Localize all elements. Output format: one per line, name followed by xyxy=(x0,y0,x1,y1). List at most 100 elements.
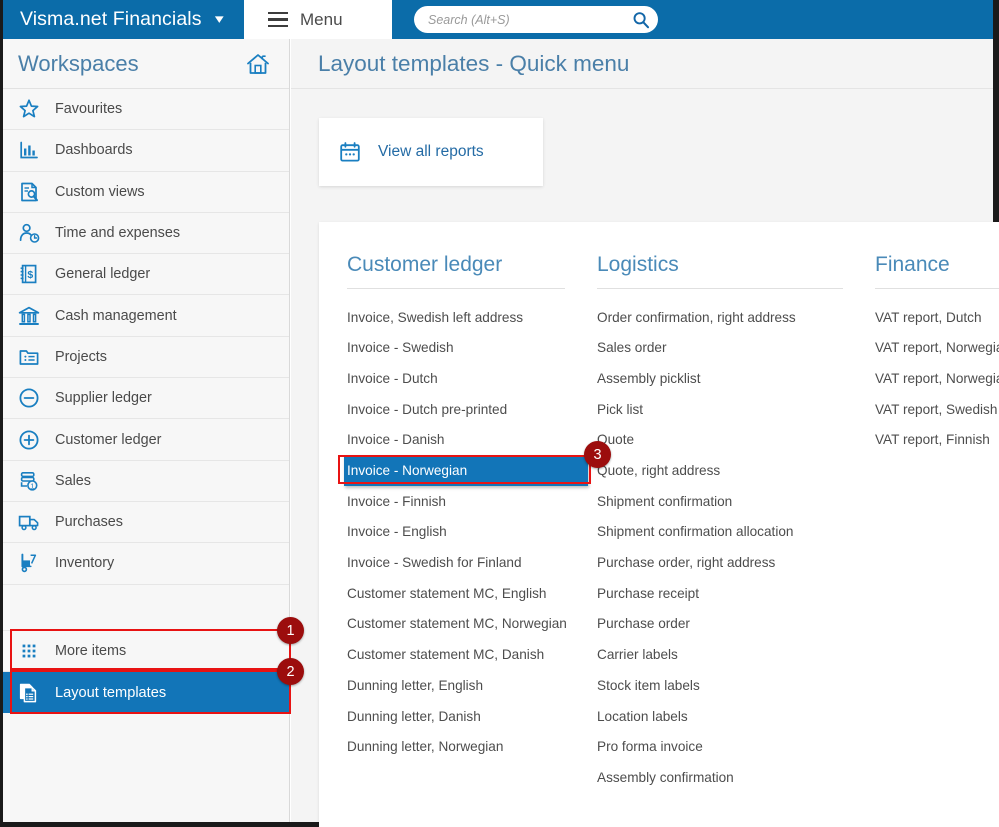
documents-icon xyxy=(15,680,42,705)
svg-text:$: $ xyxy=(27,269,33,281)
sidebar-spacer xyxy=(3,584,289,631)
sidebar-item-label: Time and expenses xyxy=(55,225,181,242)
brand-menu[interactable]: Visma.net Financials ▾ xyxy=(3,0,244,39)
sidebar-item-purchases[interactable]: Purchases xyxy=(3,501,289,544)
sidebar-item-label: Customer ledger xyxy=(55,431,162,448)
list-item[interactable]: Quote, right address xyxy=(597,455,865,486)
list-item[interactable]: Shipment confirmation allocation xyxy=(597,517,865,548)
list-item[interactable]: Dunning letter, Norwegian xyxy=(347,732,587,763)
list-item[interactable]: VAT report, Norwegian xyxy=(875,333,999,364)
search-area xyxy=(392,0,993,39)
column-logistics: Logistics Order confirmation, right addr… xyxy=(597,253,875,827)
search-icon[interactable] xyxy=(632,11,650,29)
sidebar-item-label: More items xyxy=(55,642,127,659)
grid-dots-icon xyxy=(15,638,42,663)
list-item-invoice-norwegian[interactable]: Invoice - Norwegian xyxy=(344,455,588,487)
list-item[interactable]: Sales order xyxy=(597,333,865,364)
list-item[interactable]: Invoice - Swedish for Finland xyxy=(347,548,587,579)
sidebar-item-custom-views[interactable]: Custom views xyxy=(3,171,289,213)
hand-truck-icon xyxy=(15,551,42,576)
top-bar: Visma.net Financials ▾ Menu xyxy=(3,0,993,39)
sidebar: Workspaces Favourites Dashboards Custom … xyxy=(3,39,290,822)
sidebar-item-customer-ledger[interactable]: Customer ledger xyxy=(3,419,289,461)
search-box[interactable] xyxy=(414,6,658,33)
star-icon xyxy=(15,97,42,122)
list-item[interactable]: Invoice, Swedish left address xyxy=(347,302,587,333)
search-input[interactable] xyxy=(428,12,632,27)
sidebar-item-projects[interactable]: Projects xyxy=(3,336,289,379)
sidebar-item-sales[interactable]: 1 Sales xyxy=(3,460,289,502)
list-item[interactable]: Assembly confirmation xyxy=(597,762,865,793)
list-item[interactable]: VAT report, Dutch xyxy=(875,302,999,333)
workspaces-title: Workspaces xyxy=(18,50,139,76)
list-item[interactable]: Invoice - Dutch xyxy=(347,363,587,394)
list-item[interactable]: Location labels xyxy=(597,701,865,732)
sidebar-item-layout-templates[interactable]: Layout templates xyxy=(3,671,289,714)
list-item[interactable]: VAT report, Swedish xyxy=(875,394,999,425)
list-item[interactable]: Shipment confirmation xyxy=(597,486,865,517)
sidebar-item-label: Inventory xyxy=(55,555,115,572)
sidebar-item-dashboards[interactable]: Dashboards xyxy=(3,130,289,172)
column-title: Finance xyxy=(875,253,999,289)
list-item[interactable]: Carrier labels xyxy=(597,640,865,671)
list-item[interactable]: Dunning letter, English xyxy=(347,670,587,701)
page-title-bar: Layout templates - Quick menu xyxy=(291,39,993,89)
list-item[interactable]: Invoice - Swedish xyxy=(347,333,587,364)
annotation-badge-2: 2 xyxy=(277,658,304,685)
list-item[interactable]: Stock item labels xyxy=(597,670,865,701)
workspaces-header: Workspaces xyxy=(3,39,289,89)
list-item[interactable]: Pro forma invoice xyxy=(597,732,865,763)
list-item[interactable]: Invoice - English xyxy=(347,517,587,548)
list-item[interactable]: VAT report, Finnish xyxy=(875,425,999,456)
list-item[interactable]: Invoice - Danish xyxy=(347,425,587,456)
list-item[interactable]: Customer statement MC, English xyxy=(347,578,587,609)
view-all-reports-card[interactable]: View all reports xyxy=(319,118,543,186)
list-item[interactable]: Dunning letter, Danish xyxy=(347,701,587,732)
hamburger-icon xyxy=(268,12,288,27)
list-item[interactable]: Assembly picklist xyxy=(597,363,865,394)
list-item[interactable]: Purchase order xyxy=(597,609,865,640)
brand-title: Visma.net Financials xyxy=(20,8,202,30)
quick-menu-columns: Customer ledger Invoice, Swedish left ad… xyxy=(319,222,999,827)
sidebar-item-inventory[interactable]: Inventory xyxy=(3,543,289,585)
person-clock-icon xyxy=(15,221,42,246)
list-item[interactable]: Customer statement MC, Danish xyxy=(347,640,587,671)
column-customer-ledger: Customer ledger Invoice, Swedish left ad… xyxy=(319,253,597,827)
list-item[interactable]: Invoice - Dutch pre-printed xyxy=(347,394,587,425)
ledger-dollar-icon: $ xyxy=(15,262,42,287)
annotation-badge-1: 1 xyxy=(277,617,304,644)
sidebar-item-cash-management[interactable]: Cash management xyxy=(3,295,289,337)
home-icon[interactable] xyxy=(245,51,271,77)
chevron-down-icon[interactable]: ▾ xyxy=(214,12,223,25)
sidebar-item-label: Sales xyxy=(55,472,91,489)
column-list: Invoice, Swedish left address Invoice - … xyxy=(344,289,588,763)
list-item[interactable]: Order confirmation, right address xyxy=(597,302,865,333)
bank-icon xyxy=(15,303,42,328)
list-item[interactable]: Customer statement MC, Norwegian xyxy=(347,609,587,640)
main-content: Layout templates - Quick menu View all r… xyxy=(291,39,999,827)
list-item[interactable]: Invoice - Finnish xyxy=(347,486,587,517)
sidebar-item-time-and-expenses[interactable]: Time and expenses xyxy=(3,212,289,255)
list-item[interactable]: Purchase order, right address xyxy=(597,548,865,579)
sidebar-item-label: Layout templates xyxy=(55,684,167,701)
sidebar-item-label: General ledger xyxy=(55,266,151,283)
list-item[interactable]: Purchase receipt xyxy=(597,578,865,609)
minus-circle-icon xyxy=(15,386,42,411)
list-item[interactable]: Quote xyxy=(597,425,865,456)
page-title: Layout templates - Quick menu xyxy=(318,50,630,76)
sidebar-item-label: Supplier ledger xyxy=(55,390,152,407)
sidebar-item-label: Purchases xyxy=(55,514,123,531)
folder-list-icon xyxy=(15,344,42,369)
sidebar-item-more-items[interactable]: More items xyxy=(3,630,289,672)
list-item[interactable]: VAT report, Norwegian 2 xyxy=(875,363,999,394)
sidebar-item-general-ledger[interactable]: $ General ledger xyxy=(3,254,289,296)
list-item[interactable]: Pick list xyxy=(597,394,865,425)
column-finance: Finance VAT report, Dutch VAT report, No… xyxy=(875,253,999,827)
svg-text:1: 1 xyxy=(30,481,34,490)
sidebar-item-favourites[interactable]: Favourites xyxy=(3,89,289,131)
view-all-reports-label: View all reports xyxy=(378,143,484,160)
column-title: Customer ledger xyxy=(347,253,565,289)
sidebar-item-supplier-ledger[interactable]: Supplier ledger xyxy=(3,378,289,420)
column-list: VAT report, Dutch VAT report, Norwegian … xyxy=(875,289,999,455)
tab-menu[interactable]: Menu xyxy=(244,0,392,39)
